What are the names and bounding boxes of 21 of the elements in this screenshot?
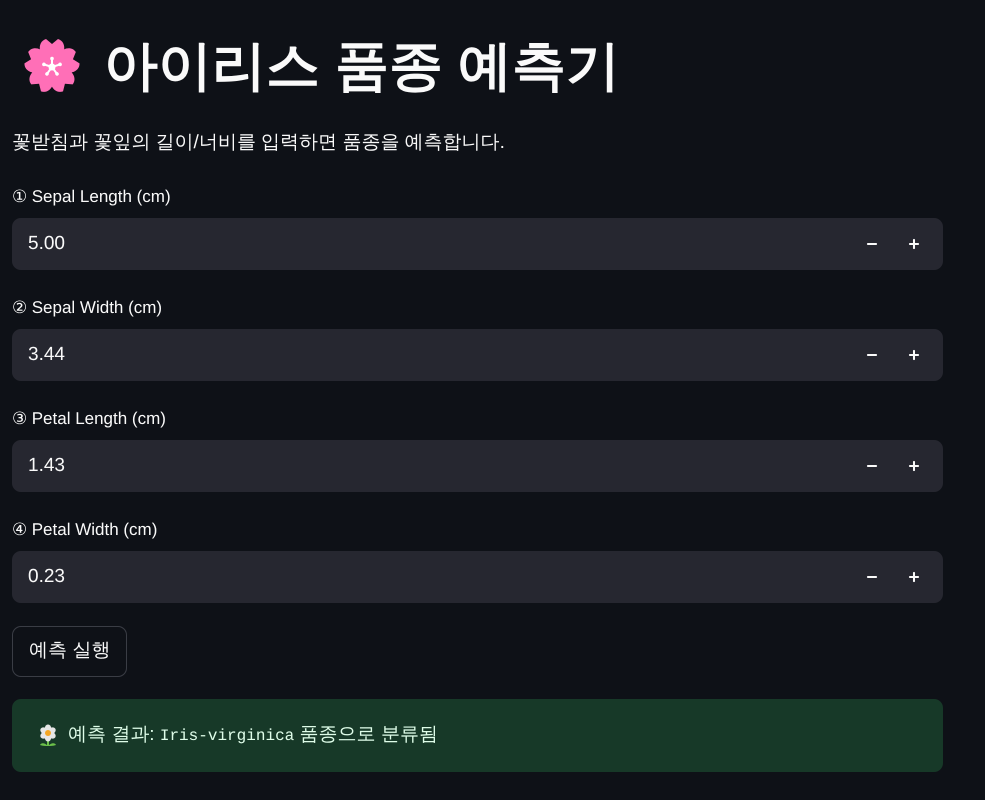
field-label: ③ Petal Length (cm) — [12, 408, 167, 430]
page-title: 아이리스 품종 예측기 — [104, 35, 620, 98]
plus-icon — [907, 570, 921, 584]
daisy-icon — [38, 724, 58, 748]
number-input[interactable]: 5.00 — [12, 218, 943, 270]
input-value: 5.00 — [27, 232, 66, 256]
number-input[interactable]: 3.44 — [12, 329, 943, 381]
result-text: 예측 결과: Iris-virginica 품종으로 분류됨 — [68, 723, 438, 748]
input-value: 3.44 — [27, 342, 66, 367]
plus-icon — [907, 348, 921, 362]
number-input[interactable]: 0.23 — [12, 551, 943, 603]
predict-button[interactable]: 예측 실행 — [12, 626, 128, 677]
number-input[interactable]: 1.43 — [12, 440, 943, 492]
input-value: 1.43 — [27, 454, 66, 478]
input-value: 0.23 — [27, 564, 66, 589]
plus-icon — [907, 459, 921, 473]
field-label: ② Sepal Width (cm) — [12, 297, 164, 319]
field-label: ④ Petal Width (cm) — [12, 519, 158, 541]
plus-icon — [907, 237, 921, 251]
description-text: 꽃받침과 꽃잎의 길이/너비를 입력하면 품종을 예측합니다. — [12, 131, 506, 155]
field-label: ① Sepal Length (cm) — [12, 186, 172, 208]
